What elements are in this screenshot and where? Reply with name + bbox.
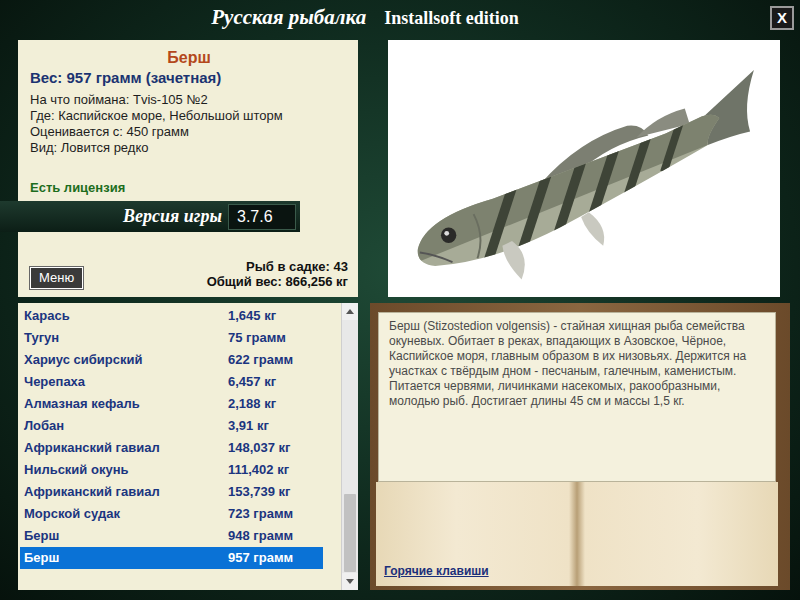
fish-count: Рыб в садке: 43 [207, 259, 348, 274]
catch-panel: БершВес: 957 грамм (зачетная) На что пойм… [18, 40, 358, 297]
row-weight: 957 грамм [228, 548, 323, 568]
scrollbar[interactable] [341, 303, 358, 590]
scroll-track[interactable] [342, 320, 358, 573]
catch-row[interactable]: Берш948 грамм [20, 525, 323, 547]
hotkeys-link[interactable]: Горячие клавиши [384, 562, 489, 580]
row-weight: 1,645 кг [228, 306, 323, 326]
row-name: Карась [24, 306, 228, 326]
title-bar: Русская рыбалка Installsoft edition X [0, 0, 800, 36]
catch-row[interactable]: Хариус сибирский622 грамм [20, 349, 323, 371]
row-name: Хариус сибирский [24, 350, 228, 370]
scroll-thumb[interactable] [344, 494, 356, 572]
version-label: Версия игры [123, 203, 222, 230]
row-weight: 75 грамм [228, 328, 323, 348]
row-weight: 153,739 кг [228, 482, 323, 502]
catch-details: На что поймана: Tvis-105 №2Где: Каспийск… [30, 92, 348, 156]
fish-description: Берш (Stizostedion volgensis) - стайная … [378, 312, 776, 482]
fish-icon [394, 49, 774, 289]
keepnet-summary: Рыб в садке: 43Общий вес: 866,256 кг [207, 259, 348, 289]
window-title: Русская рыбалка Installsoft edition [0, 2, 770, 34]
catch-row[interactable]: Африканский гавиал153,739 кг [20, 481, 323, 503]
total-weight: Общий вес: 866,256 кг [207, 274, 348, 289]
menu-button[interactable]: Меню [30, 267, 83, 289]
row-name: Алмазная кефаль [24, 394, 228, 414]
row-name: Лобан [24, 416, 228, 436]
game-title: Русская рыбалка [211, 2, 366, 34]
row-name: Морской судак [24, 504, 228, 524]
edition-label: Installsoft edition [384, 5, 519, 32]
scroll-up-button[interactable] [342, 303, 358, 320]
row-name: Берш [24, 548, 228, 568]
catch-row[interactable]: Морской судак723 грамм [20, 503, 323, 525]
detail-line: Вид: Ловится редко [30, 140, 348, 156]
book-panel: Берш (Stizostedion volgensis) - стайная … [370, 303, 790, 590]
fish-photo [388, 40, 780, 297]
scroll-space-before [344, 321, 356, 494]
row-name: Африканский гавиал [24, 438, 228, 458]
detail-line: На что поймана: Tvis-105 №2 [30, 92, 348, 108]
row-name: Африканский гавиал [24, 482, 228, 502]
row-weight: 2,188 кг [228, 394, 323, 414]
row-weight: 622 грамм [228, 350, 323, 370]
arrow-up-icon [346, 309, 354, 314]
fish-name: Берш [30, 48, 348, 68]
row-name: Берш [24, 526, 228, 546]
book-pages: Горячие клавиши [376, 482, 778, 586]
catch-row[interactable]: Берш957 грамм [20, 547, 323, 569]
catch-row[interactable]: Нильский окунь111,402 кг [20, 459, 323, 481]
version-value: 3.7.6 [228, 204, 296, 230]
catch-row[interactable]: Тугун75 грамм [20, 327, 323, 349]
license-label: Есть лицензия [30, 180, 348, 196]
catch-row[interactable]: Лобан3,91 кг [20, 415, 323, 437]
row-weight: 148,037 кг [228, 438, 323, 458]
catch-row[interactable]: Алмазная кефаль2,188 кг [20, 393, 323, 415]
row-weight: 111,402 кг [228, 460, 323, 480]
detail-line: Оценивается с: 450 грамм [30, 124, 348, 140]
detail-line: Где: Каспийское море, Небольшой шторм [30, 108, 348, 124]
version-strip: Версия игры3.7.6 [0, 201, 300, 232]
arrow-down-icon [346, 579, 354, 584]
close-button[interactable]: X [770, 6, 794, 30]
catch-row[interactable]: Черепаха6,457 кг [20, 371, 323, 393]
row-name: Черепаха [24, 372, 228, 392]
catch-row[interactable]: Африканский гавиал148,037 кг [20, 437, 323, 459]
catch-row[interactable]: Карась1,645 кг [20, 305, 323, 327]
row-weight: 6,457 кг [228, 372, 323, 392]
catch-list: Карась1,645 кгТугун75 граммХариус сибирс… [18, 303, 358, 590]
info-footer: Меню Рыб в садке: 43Общий вес: 866,256 кг [30, 259, 348, 289]
row-name: Тугун [24, 328, 228, 348]
row-weight: 723 грамм [228, 504, 323, 524]
fish-weight: Вес: 957 грамм (зачетная) [30, 68, 348, 88]
row-weight: 948 грамм [228, 526, 323, 546]
row-weight: 3,91 кг [228, 416, 323, 436]
scroll-down-button[interactable] [342, 573, 358, 590]
row-name: Нильский окунь [24, 460, 228, 480]
